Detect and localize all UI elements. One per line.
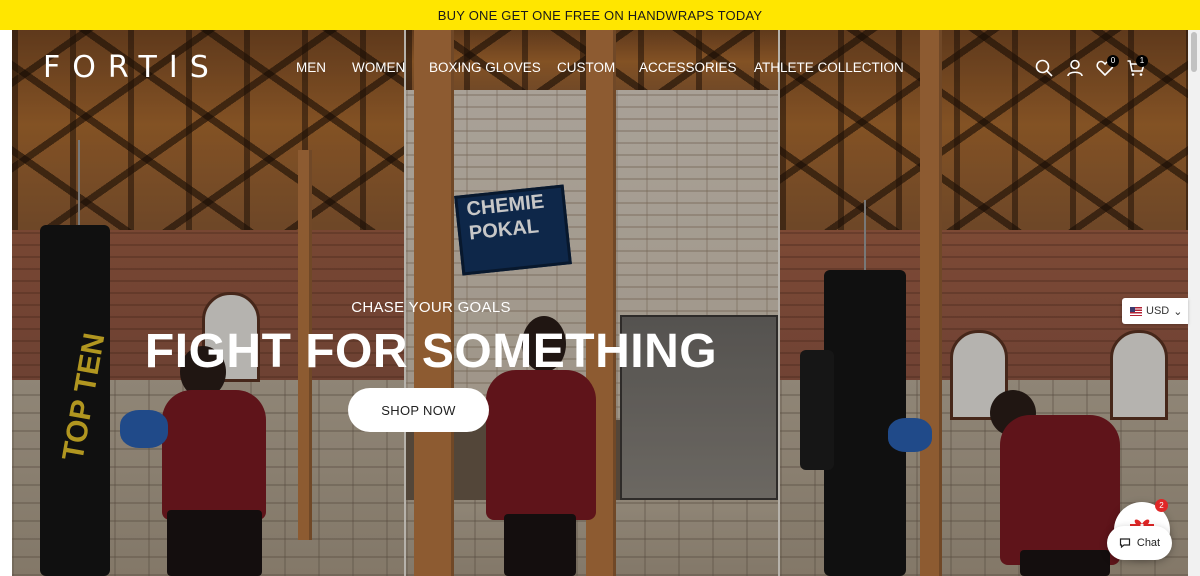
hero-headline: FIGHT FOR SOMETHING — [144, 325, 718, 378]
hero-banner[interactable]: TOP TEN CHEMIE POKAL FORTIS MEN WOMEN BO… — [12, 30, 1188, 576]
announcement-bar[interactable]: BUY ONE GET ONE FREE ON HANDWRAPS TODAY — [0, 0, 1200, 30]
shop-now-button[interactable]: SHOP NOW — [348, 388, 489, 432]
chevron-down-icon: ⌄ — [1173, 305, 1183, 318]
currency-selector[interactable]: USD ⌄ — [1122, 298, 1188, 324]
announcement-text: BUY ONE GET ONE FREE ON HANDWRAPS TODAY — [437, 7, 763, 23]
wishlist-count-badge: 0 — [1107, 55, 1119, 67]
heart-icon[interactable]: 0 — [1095, 55, 1119, 78]
nav-boxing-gloves[interactable]: BOXING GLOVES — [429, 60, 541, 75]
gift-count-badge: 2 — [1155, 499, 1168, 512]
chat-label: Chat — [1136, 537, 1161, 549]
us-flag-icon — [1130, 306, 1142, 316]
hero-kicker: CHASE YOUR GOALS — [351, 299, 511, 316]
nav-custom[interactable]: CUSTOM — [557, 60, 615, 75]
user-icon[interactable] — [1065, 58, 1085, 78]
nav-men[interactable]: MEN — [296, 60, 326, 75]
logo-text: FORTIS — [43, 49, 221, 85]
chat-button[interactable]: Chat — [1107, 526, 1172, 560]
nav-accessories[interactable]: ACCESSORIES — [639, 60, 737, 75]
page: BUY ONE GET ONE FREE ON HANDWRAPS TODAY … — [0, 0, 1200, 576]
currency-code: USD — [1146, 305, 1170, 317]
nav-women[interactable]: WOMEN — [352, 60, 405, 75]
page-scrollbar[interactable] — [1188, 30, 1200, 576]
cart-count-badge: 1 — [1136, 55, 1148, 67]
header-icons: 0 1 — [1034, 55, 1154, 80]
chat-bubble-icon — [1119, 538, 1130, 549]
cart-icon[interactable]: 1 — [1126, 55, 1148, 78]
nav-athlete-collection[interactable]: ATHLETE COLLECTION — [754, 60, 904, 75]
site-logo[interactable]: FORTIS — [43, 49, 221, 85]
search-icon[interactable] — [1034, 58, 1054, 78]
scrollbar-thumb[interactable] — [1191, 32, 1197, 72]
